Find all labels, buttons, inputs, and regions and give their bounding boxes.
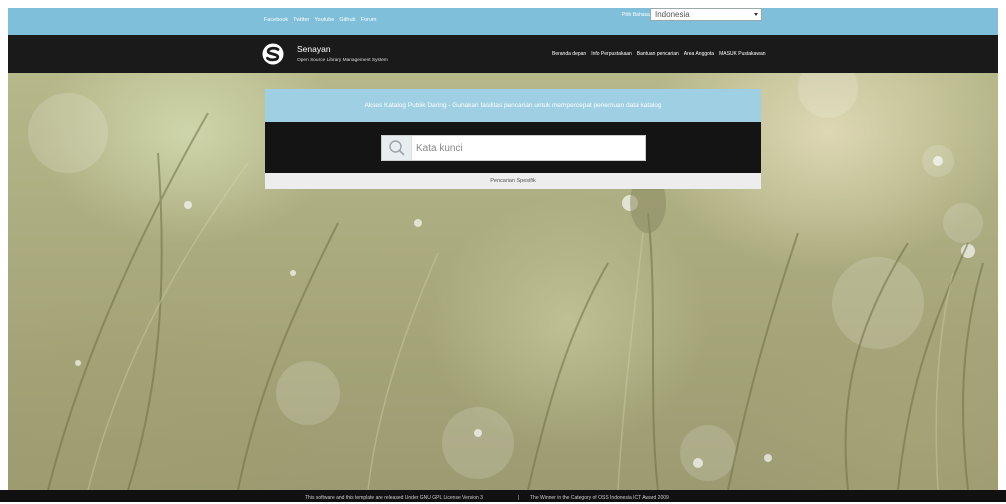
nav-member-area[interactable]: Area Anggota <box>684 51 714 57</box>
nav-library-info[interactable]: Info Perpustakaan <box>591 51 632 57</box>
top-bar: Facebook Twitter Youtube Github Forum <box>8 8 998 35</box>
link-twitter[interactable]: Twitter <box>293 17 309 23</box>
search-box <box>381 135 646 161</box>
footer-separator: | <box>518 495 520 501</box>
search-heading: Akses Katalog Publik Daring - Gunakan fa… <box>265 89 761 122</box>
language-selected-value: Indonesia <box>655 10 690 19</box>
senayan-logo-icon[interactable] <box>262 43 284 65</box>
link-github[interactable]: Github <box>339 17 355 23</box>
keyword-search-input[interactable] <box>416 136 640 160</box>
link-youtube[interactable]: Youtube <box>314 17 334 23</box>
chevron-down-icon <box>754 13 758 16</box>
link-facebook[interactable]: Facebook <box>264 17 288 23</box>
license-text: This software and this template are rele… <box>305 495 483 501</box>
social-links: Facebook Twitter Youtube Github Forum <box>264 17 376 23</box>
language-label: Pilih Bahasa <box>622 12 650 18</box>
advanced-search-link[interactable]: Pencarian Spesifik <box>265 173 761 189</box>
brand-name[interactable]: Senayan <box>297 44 331 54</box>
site-footer: This software and this template are rele… <box>0 490 1006 502</box>
search-button[interactable] <box>382 136 412 160</box>
nav-search-help[interactable]: Bantuan pencarian <box>637 51 679 57</box>
site-header: Senayan Open Source Library Management S… <box>8 35 998 73</box>
language-select[interactable]: Indonesia <box>650 8 762 21</box>
main-nav: Beranda depan Info Perpustakaan Bantuan … <box>552 51 766 57</box>
link-forum[interactable]: Forum <box>361 17 377 23</box>
search-icon <box>389 140 405 156</box>
nav-home[interactable]: Beranda depan <box>552 51 586 57</box>
award-text: The Winner in the Category of OSS Indone… <box>530 495 669 501</box>
brand-tagline: Open Source Library Management System <box>297 58 388 63</box>
nav-librarian-login[interactable]: MASUK Pustakawan <box>719 51 765 57</box>
